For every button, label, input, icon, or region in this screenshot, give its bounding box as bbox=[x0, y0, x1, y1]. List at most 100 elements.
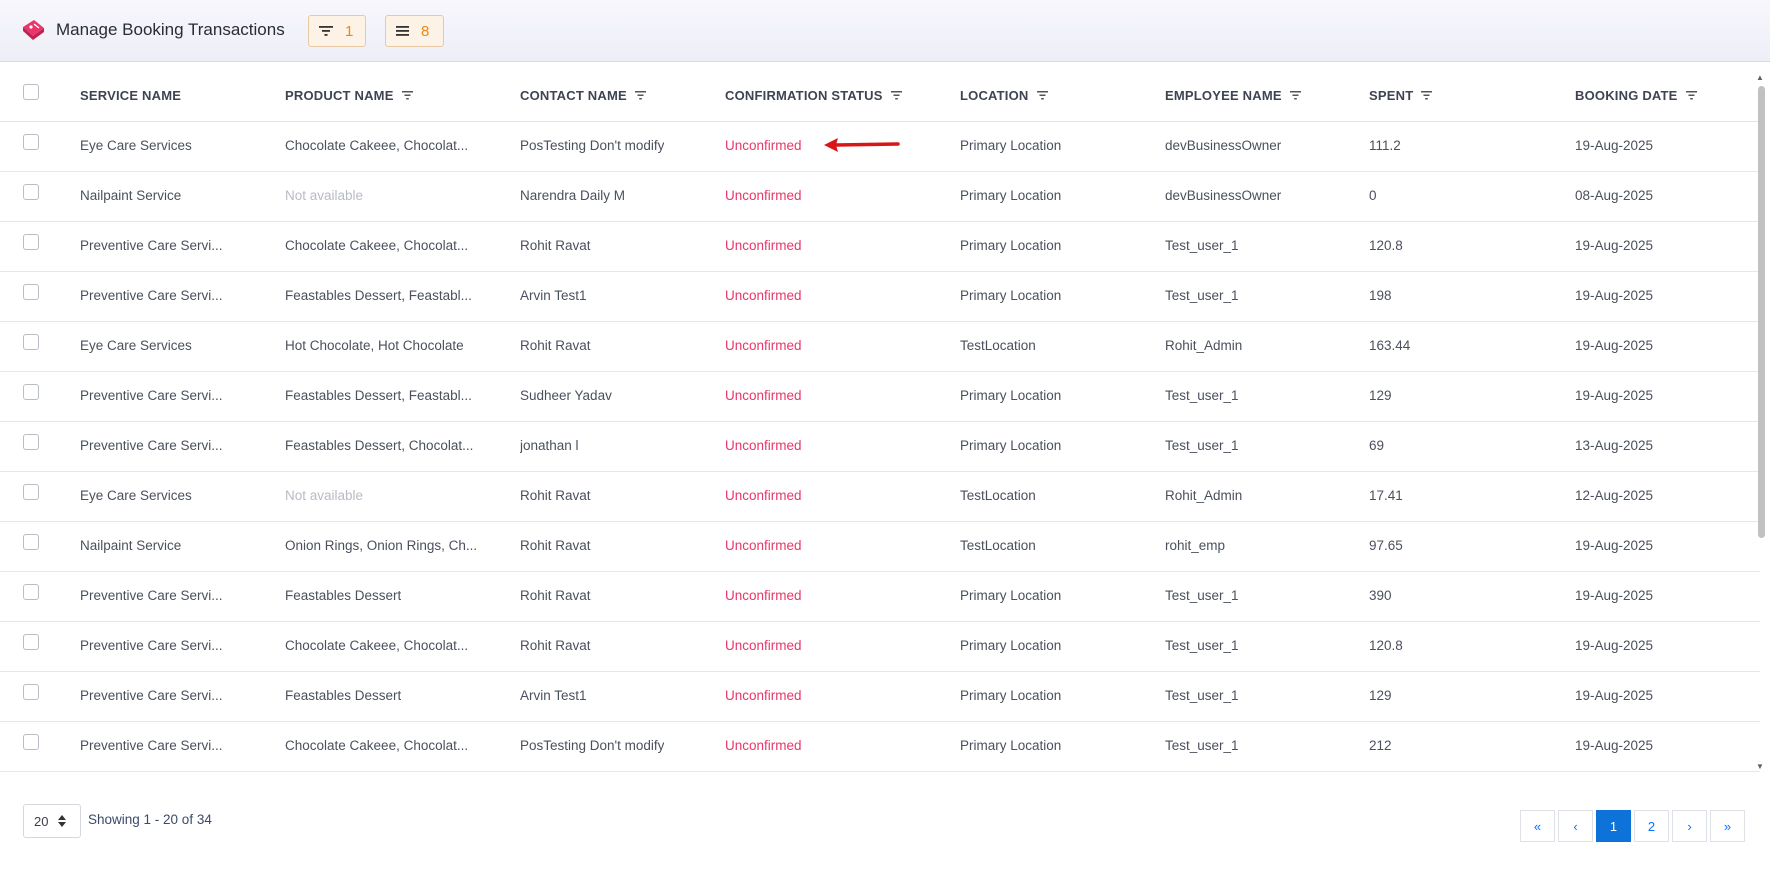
column-filter-icon[interactable] bbox=[634, 91, 646, 100]
cell-employee: devBusinessOwner bbox=[1165, 188, 1282, 203]
cell-contact: Rohit Ravat bbox=[520, 238, 591, 253]
column-header-status[interactable]: CONFIRMATION STATUS bbox=[725, 88, 902, 103]
red-arrow-annotation-icon bbox=[824, 138, 900, 152]
cell-service: Preventive Care Servi... bbox=[80, 238, 223, 253]
cell-booking-date: 19-Aug-2025 bbox=[1575, 738, 1654, 753]
page-1-button[interactable]: 1 bbox=[1596, 810, 1631, 842]
cell-booking-date: 13-Aug-2025 bbox=[1575, 438, 1654, 453]
column-header-label: PRODUCT NAME bbox=[285, 88, 394, 103]
cell-spent: 198 bbox=[1369, 288, 1392, 303]
cell-contact: Sudheer Yadav bbox=[520, 388, 612, 403]
row-checkbox[interactable] bbox=[23, 534, 39, 550]
table-row[interactable]: Preventive Care Servi... Feastables Desse… bbox=[0, 572, 1760, 622]
column-header-location[interactable]: LOCATION bbox=[960, 88, 1048, 103]
row-checkbox[interactable] bbox=[23, 284, 39, 300]
cell-employee: devBusinessOwner bbox=[1165, 138, 1282, 153]
table-row[interactable]: Preventive Care Servi... Feastables Desse… bbox=[0, 272, 1760, 322]
table-row[interactable]: Preventive Care Servi... Chocolate Cakeee… bbox=[0, 622, 1760, 672]
table-header: SERVICE NAME PRODUCT NAME CONTACT NAME CONF… bbox=[0, 70, 1760, 122]
cell-booking-date: 19-Aug-2025 bbox=[1575, 388, 1654, 403]
cell-location: Primary Location bbox=[960, 688, 1062, 703]
last-page-button[interactable]: » bbox=[1710, 810, 1745, 842]
column-header-service[interactable]: SERVICE NAME bbox=[80, 88, 181, 103]
cell-location: Primary Location bbox=[960, 738, 1062, 753]
cell-status: Unconfirmed bbox=[725, 738, 802, 753]
row-checkbox[interactable] bbox=[23, 684, 39, 700]
cell-service: Eye Care Services bbox=[80, 338, 192, 353]
filter-button[interactable]: 1 bbox=[308, 15, 366, 47]
column-filter-icon[interactable] bbox=[1421, 91, 1433, 100]
column-header-booking-date[interactable]: BOOKING DATE bbox=[1575, 88, 1697, 103]
cell-booking-date: 19-Aug-2025 bbox=[1575, 338, 1654, 353]
cell-location: Primary Location bbox=[960, 238, 1062, 253]
cell-booking-date: 19-Aug-2025 bbox=[1575, 138, 1654, 153]
cell-status: Unconfirmed bbox=[725, 388, 802, 403]
select-all-checkbox[interactable] bbox=[23, 84, 39, 100]
column-header-label: LOCATION bbox=[960, 88, 1029, 103]
table-row[interactable]: Preventive Care Servi... Feastables Desse… bbox=[0, 422, 1760, 472]
cell-booking-date: 19-Aug-2025 bbox=[1575, 638, 1654, 653]
table-row[interactable]: Nailpaint Service Not available Narendra D… bbox=[0, 172, 1760, 222]
columns-button[interactable]: 8 bbox=[385, 15, 444, 47]
cell-service: Preventive Care Servi... bbox=[80, 438, 223, 453]
cell-employee: Test_user_1 bbox=[1165, 438, 1239, 453]
cell-product: Chocolate Cakeee, Chocolat... bbox=[285, 238, 469, 253]
column-header-label: SPENT bbox=[1369, 88, 1414, 103]
scroll-up-icon[interactable]: ▲ bbox=[1756, 73, 1764, 82]
cell-booking-date: 12-Aug-2025 bbox=[1575, 488, 1654, 503]
cell-product: Not available bbox=[285, 488, 364, 503]
column-filter-icon[interactable] bbox=[401, 91, 413, 100]
cell-spent: 97.65 bbox=[1369, 538, 1403, 553]
page-2-button[interactable]: 2 bbox=[1634, 810, 1669, 842]
row-checkbox[interactable] bbox=[23, 184, 39, 200]
cell-spent: 129 bbox=[1369, 388, 1392, 403]
row-checkbox[interactable] bbox=[23, 434, 39, 450]
next-page-button[interactable]: › bbox=[1672, 810, 1707, 842]
table-row[interactable]: Eye Care Services Hot Chocolate, Hot Choc… bbox=[0, 322, 1760, 372]
row-checkbox[interactable] bbox=[23, 734, 39, 750]
cell-booking-date: 19-Aug-2025 bbox=[1575, 688, 1654, 703]
scroll-down-icon[interactable]: ▼ bbox=[1756, 762, 1764, 771]
column-filter-icon[interactable] bbox=[1685, 91, 1697, 100]
cell-product: Feastables Dessert, Feastabl... bbox=[285, 288, 472, 303]
cell-status: Unconfirmed bbox=[725, 238, 802, 253]
column-header-contact[interactable]: CONTACT NAME bbox=[520, 88, 646, 103]
column-filter-icon[interactable] bbox=[890, 91, 902, 100]
cell-product: Onion Rings, Onion Rings, Ch... bbox=[285, 538, 478, 553]
row-checkbox[interactable] bbox=[23, 484, 39, 500]
cell-spent: 212 bbox=[1369, 738, 1392, 753]
cell-status: Unconfirmed bbox=[725, 638, 802, 653]
cell-location: Primary Location bbox=[960, 288, 1062, 303]
cell-spent: 120.8 bbox=[1369, 638, 1403, 653]
cell-spent: 17.41 bbox=[1369, 488, 1403, 503]
row-checkbox[interactable] bbox=[23, 234, 39, 250]
cell-employee: Test_user_1 bbox=[1165, 638, 1239, 653]
cell-location: Primary Location bbox=[960, 638, 1062, 653]
row-checkbox[interactable] bbox=[23, 384, 39, 400]
row-checkbox[interactable] bbox=[23, 334, 39, 350]
column-filter-icon[interactable] bbox=[1289, 91, 1301, 100]
row-checkbox[interactable] bbox=[23, 134, 39, 150]
column-header-employee[interactable]: EMPLOYEE NAME bbox=[1165, 88, 1301, 103]
row-checkbox[interactable] bbox=[23, 584, 39, 600]
table-row[interactable]: Preventive Care Servi... Chocolate Cakeee… bbox=[0, 722, 1760, 772]
table-row[interactable]: Preventive Care Servi... Feastables Desse… bbox=[0, 672, 1760, 722]
cell-status: Unconfirmed bbox=[725, 538, 802, 553]
cell-contact: Rohit Ravat bbox=[520, 338, 591, 353]
column-filter-icon[interactable] bbox=[1036, 91, 1048, 100]
first-page-button[interactable]: « bbox=[1520, 810, 1555, 842]
scrollbar-thumb[interactable] bbox=[1758, 86, 1765, 538]
cell-product: Chocolate Cakeee, Chocolat... bbox=[285, 738, 469, 753]
table-row[interactable]: Preventive Care Servi... Chocolate Cakeee… bbox=[0, 222, 1760, 272]
cell-service: Eye Care Services bbox=[80, 488, 192, 503]
table-row[interactable]: Eye Care Services Not available Rohit Rava… bbox=[0, 472, 1760, 522]
cell-service: Preventive Care Servi... bbox=[80, 688, 223, 703]
table-row[interactable]: Nailpaint Service Onion Rings, Onion Ring… bbox=[0, 522, 1760, 572]
column-header-spent[interactable]: SPENT bbox=[1369, 88, 1433, 103]
prev-page-button[interactable]: ‹ bbox=[1558, 810, 1593, 842]
column-header-product[interactable]: PRODUCT NAME bbox=[285, 88, 413, 103]
cell-service: Preventive Care Servi... bbox=[80, 738, 223, 753]
row-checkbox[interactable] bbox=[23, 634, 39, 650]
page-size-select[interactable]: 20 bbox=[23, 804, 81, 838]
table-row[interactable]: Preventive Care Servi... Feastables Desse… bbox=[0, 372, 1760, 422]
